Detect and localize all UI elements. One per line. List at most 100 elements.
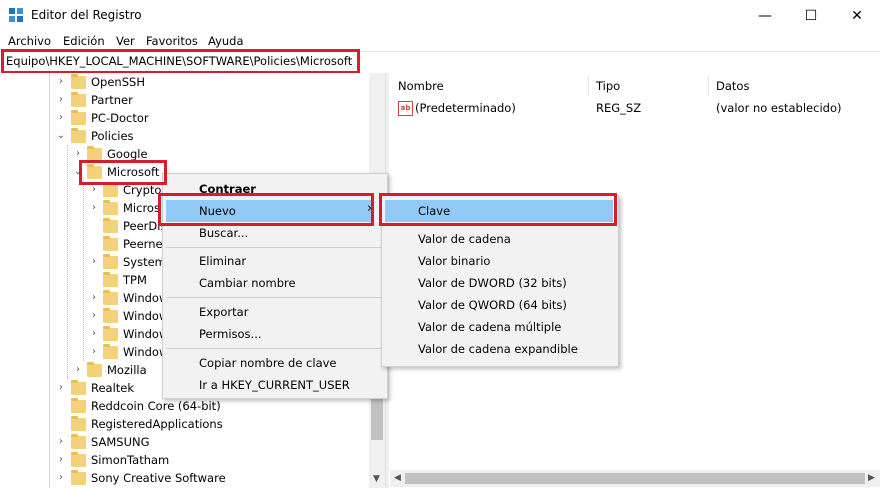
- folder-icon: [103, 326, 118, 341]
- ctx-ir-hkcu[interactable]: Ir a HKEY_CURRENT_USER: [166, 374, 384, 396]
- folder-icon: [71, 74, 86, 89]
- scroll-down-icon[interactable]: ▼: [373, 474, 380, 484]
- chevron-down-icon[interactable]: ⌄: [56, 131, 66, 141]
- folder-icon: [103, 182, 118, 197]
- minimize-button[interactable]: —: [742, 0, 788, 31]
- tree-item[interactable]: › Sony Creative Software: [0, 470, 368, 488]
- folder-icon: [87, 146, 102, 161]
- folder-icon: [71, 128, 86, 143]
- chevron-right-icon[interactable]: ›: [56, 473, 66, 483]
- submenu-valor-expandible[interactable]: Valor de cadena expandible: [385, 338, 613, 360]
- ctx-exportar[interactable]: Exportar: [166, 301, 384, 323]
- tree-item[interactable]: › SAMSUNG: [0, 434, 368, 452]
- chevron-right-icon[interactable]: ›: [56, 113, 66, 123]
- column-header-name[interactable]: Nombre: [398, 79, 444, 93]
- context-menu: Contraer Nuevo › Buscar... Eliminar Camb…: [162, 173, 388, 399]
- chevron-right-icon[interactable]: ›: [56, 455, 66, 465]
- chevron-right-icon[interactable]: ›: [89, 329, 99, 339]
- folder-icon: [103, 200, 118, 215]
- tree-item-label: Sony Creative Software: [91, 471, 226, 485]
- chevron-right-icon[interactable]: ›: [56, 95, 66, 105]
- menu-favoritos[interactable]: Favoritos: [146, 34, 198, 48]
- menu-edicion[interactable]: Edición: [63, 34, 105, 48]
- tree-item[interactable]: RegisteredApplications: [0, 416, 368, 434]
- close-button[interactable]: ✕: [834, 0, 880, 31]
- folder-icon: [71, 92, 86, 107]
- tree-item[interactable]: › SimonTatham: [0, 452, 368, 470]
- submenu-valor-dword[interactable]: Valor de DWORD (32 bits): [385, 272, 613, 294]
- chevron-right-icon[interactable]: ›: [56, 437, 66, 447]
- chevron-right-icon[interactable]: ›: [89, 293, 99, 303]
- column-header-data[interactable]: Datos: [716, 79, 749, 93]
- tree-scroll-thumb[interactable]: [371, 395, 383, 440]
- values-scroll-thumb[interactable]: [405, 473, 865, 484]
- chevron-right-icon: ›: [367, 201, 373, 216]
- folder-icon: [71, 110, 86, 125]
- address-path[interactable]: Equipo\HKEY_LOCAL_MACHINE\SOFTWARE\Polic…: [6, 54, 352, 68]
- folder-icon: [71, 470, 86, 485]
- folder-icon: [71, 434, 86, 449]
- maximize-button[interactable]: ☐: [788, 0, 834, 31]
- ctx-contraer[interactable]: Contraer: [166, 178, 384, 200]
- registry-editor-icon: [9, 8, 23, 22]
- folder-icon: [103, 218, 118, 233]
- chevron-right-icon[interactable]: ›: [73, 149, 83, 159]
- menu-archivo[interactable]: Archivo: [8, 34, 51, 48]
- close-icon: ✕: [851, 7, 863, 24]
- tree-item-label: SimonTatham: [91, 453, 170, 467]
- tree-item[interactable]: ⌄ Policies: [0, 128, 368, 146]
- scroll-left-icon[interactable]: ◀: [394, 473, 401, 483]
- chevron-right-icon[interactable]: ›: [56, 383, 66, 393]
- tree-item-label: System: [123, 255, 166, 269]
- folder-icon: [103, 308, 118, 323]
- ctx-cambiar-nombre[interactable]: Cambiar nombre: [166, 272, 384, 294]
- tree-item-label: Micros: [123, 201, 160, 215]
- tree-item-label: TPM: [123, 273, 147, 287]
- chevron-right-icon[interactable]: ›: [73, 365, 83, 375]
- value-data: (valor no establecido): [716, 101, 842, 115]
- tree-item[interactable]: › PC-Doctor: [0, 110, 368, 128]
- ctx-nuevo[interactable]: Nuevo: [166, 200, 371, 222]
- tree-item-label: Mozilla: [107, 363, 147, 377]
- folder-icon: [71, 380, 86, 395]
- column-header-type[interactable]: Tipo: [596, 79, 620, 93]
- submenu-valor-binario[interactable]: Valor binario: [385, 250, 613, 272]
- value-name[interactable]: (Predeterminado): [415, 101, 516, 115]
- tree-item[interactable]: Reddcoin Core (64-bit): [0, 398, 368, 416]
- tree-item-label: OpenSSH: [91, 75, 145, 89]
- chevron-right-icon[interactable]: ›: [89, 311, 99, 321]
- menu-separator: [166, 297, 384, 298]
- menu-ayuda[interactable]: Ayuda: [208, 34, 244, 48]
- ctx-buscar[interactable]: Buscar...: [166, 222, 384, 244]
- window-title: Editor del Registro: [31, 8, 142, 22]
- chevron-right-icon[interactable]: ›: [56, 77, 66, 87]
- submenu-valor-cadena[interactable]: Valor de cadena: [385, 228, 613, 250]
- chevron-right-icon[interactable]: ›: [89, 347, 99, 357]
- submenu-clave[interactable]: Clave: [385, 200, 613, 222]
- ctx-eliminar[interactable]: Eliminar: [166, 250, 384, 272]
- ctx-permisos[interactable]: Permisos...: [166, 323, 384, 345]
- submenu-valor-multiple[interactable]: Valor de cadena múltiple: [385, 316, 613, 338]
- ctx-copiar-nombre[interactable]: Copiar nombre de clave: [166, 352, 384, 374]
- folder-icon: [71, 416, 86, 431]
- tree-item-label: Peernet: [123, 237, 168, 251]
- submenu-valor-qword[interactable]: Valor de QWORD (64 bits): [385, 294, 613, 316]
- column-divider[interactable]: [588, 76, 589, 96]
- chevron-right-icon[interactable]: ›: [89, 185, 99, 195]
- chevron-down-icon[interactable]: ⌄: [73, 167, 83, 177]
- folder-icon: [103, 290, 118, 305]
- tree-item-label: Microsoft: [107, 165, 160, 179]
- menu-separator: [166, 247, 384, 248]
- tree-item[interactable]: › Partner: [0, 92, 368, 110]
- chevron-right-icon[interactable]: ›: [89, 257, 99, 267]
- scroll-right-icon[interactable]: ▶: [868, 473, 875, 483]
- menu-ver[interactable]: Ver: [116, 34, 135, 48]
- tree-item-label: SAMSUNG: [91, 435, 150, 449]
- chevron-right-icon[interactable]: ›: [89, 203, 99, 213]
- string-value-icon: ab: [398, 101, 413, 116]
- tree-item-label: RegisteredApplications: [91, 417, 223, 431]
- column-divider[interactable]: [708, 76, 709, 96]
- tree-item[interactable]: › Google: [0, 146, 368, 164]
- tree-item[interactable]: › OpenSSH: [0, 74, 368, 92]
- new-submenu: Clave Valor de cadena Valor binario Valo…: [381, 195, 619, 367]
